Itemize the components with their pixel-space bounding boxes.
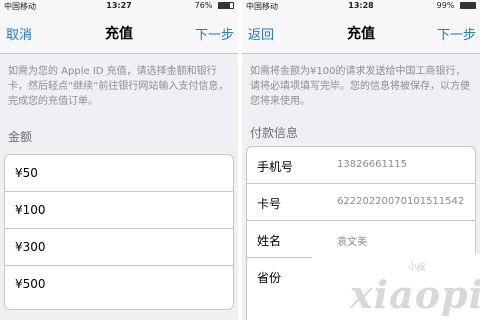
amount-selection-screen: 中国移动 13:27 76% 取消 充值 下一步 如需为您的 Apple ID … (0, 0, 238, 320)
phone-field[interactable]: 手机号 13826661115 (247, 147, 475, 184)
watermark-logo: 小皮 xiaopi (312, 254, 480, 320)
phone-input[interactable]: 13826661115 (337, 159, 407, 170)
field-label: 卡号 (257, 197, 282, 211)
battery-percent: 99% (436, 1, 455, 10)
status-bar: 中国移动 13:28 99% (242, 0, 480, 12)
watermark-main-text: xiaopi (350, 272, 480, 317)
nav-bar: 取消 充值 下一步 (0, 12, 238, 54)
name-input[interactable]: 袁文美 (337, 233, 367, 248)
amount-label: ¥500 (15, 277, 46, 291)
battery-icon (218, 2, 234, 9)
amount-option-50[interactable]: ¥50 (5, 155, 233, 192)
amount-option-500[interactable]: ¥500 (5, 266, 233, 303)
card-number-field[interactable]: 卡号 62220220070101511542 (247, 184, 475, 221)
name-field[interactable]: 姓名 袁文美 (247, 221, 475, 258)
amount-list: ¥50 ¥100 ¥300 ¥500 (4, 154, 234, 310)
amount-label: ¥50 (15, 166, 38, 180)
battery-percent: 76% (194, 1, 213, 10)
status-bar: 中国移动 13:27 76% (0, 0, 238, 12)
amount-section-header: 金额 (8, 130, 33, 144)
card-number-input[interactable]: 62220220070101511542 (337, 196, 464, 207)
topup-description: 如需为您的 Apple ID 充值，请选择金额和银行卡，然后轻点“继续”前往银行… (8, 66, 229, 107)
amount-label: ¥100 (15, 203, 46, 217)
payment-description: 如需将金额为¥100的请求发送给中国工商银行，请将必填项填写完毕。您的信息将被保… (250, 66, 470, 107)
next-button[interactable]: 下一步 (195, 24, 234, 43)
field-label: 省份 (257, 271, 282, 285)
field-label: 手机号 (257, 160, 294, 174)
next-button[interactable]: 下一步 (437, 24, 476, 43)
payment-section-header: 付款信息 (250, 126, 299, 140)
amount-option-100[interactable]: ¥100 (5, 192, 233, 229)
battery-icon (460, 2, 476, 9)
amount-label: ¥300 (15, 240, 46, 254)
amount-option-300[interactable]: ¥300 (5, 229, 233, 266)
field-label: 姓名 (257, 234, 282, 248)
nav-bar: 返回 充值 下一步 (242, 12, 480, 54)
